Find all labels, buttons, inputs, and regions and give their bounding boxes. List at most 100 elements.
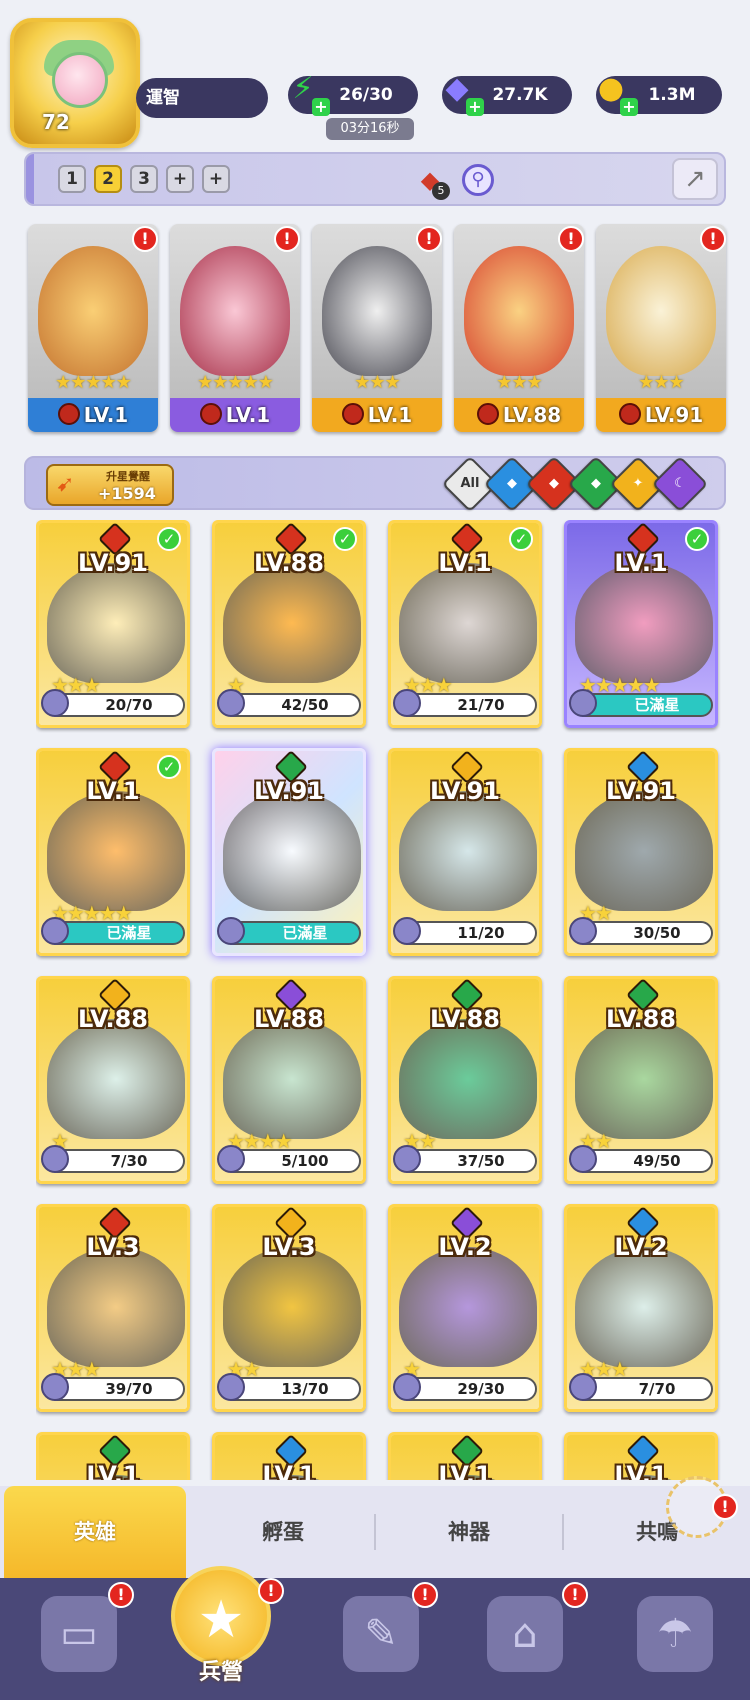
hero-card[interactable]: LV.2 ★★★ 7/70 <box>564 1204 718 1412</box>
search-icon[interactable]: ⚲ <box>462 164 494 196</box>
shard-icon <box>569 1145 597 1173</box>
hero-portrait <box>180 246 290 376</box>
cards-icon: ▭ <box>41 1596 117 1672</box>
shard-progress-text: 7/30 <box>110 1152 148 1170</box>
hero-card[interactable]: LV.1 ✓ ★★★★★ 已滿星 <box>36 748 190 956</box>
hero-card[interactable]: LV.88 ★★ 37/50 <box>388 976 542 1184</box>
team-card-1[interactable]: ★★★★★ LV.1 <box>28 224 158 432</box>
barracks-icon: ★ <box>171 1566 271 1666</box>
alert-icon: ! <box>416 226 442 252</box>
alert-icon: ! <box>132 226 158 252</box>
team-slot-3[interactable]: 3 <box>130 165 158 193</box>
map-icon: ✎ <box>343 1596 419 1672</box>
hero-card[interactable]: LV.1 <box>212 1432 366 1480</box>
hero-card[interactable]: LV.3 ★★ 13/70 <box>212 1204 366 1412</box>
hero-card[interactable]: LV.91 已滿星 <box>212 748 366 956</box>
shard-icon <box>393 1373 421 1401</box>
upgrade-awaken-button[interactable]: ➹ 升星覺醒 +1594 <box>46 464 174 506</box>
hero-portrait <box>47 1247 185 1367</box>
add-energy-button[interactable]: + <box>312 98 330 116</box>
alert-icon: ! <box>274 226 300 252</box>
hero-card[interactable]: LV.1 ✓ ★★★ 21/70 <box>388 520 542 728</box>
shard-progress-text: 已滿星 <box>106 924 152 942</box>
hero-level: LV.91 <box>254 777 324 805</box>
shard-progress-text: 21/70 <box>457 696 505 714</box>
team-level: LV.1 <box>367 403 413 427</box>
hero-card[interactable]: LV.91 11/20 <box>388 748 542 956</box>
tab-artifacts[interactable]: 神器 <box>376 1486 562 1578</box>
hero-card[interactable]: LV.91 ✓ ★★★ 20/70 <box>36 520 190 728</box>
hero-card[interactable]: LV.1 <box>388 1432 542 1480</box>
team-card-5[interactable]: ★★★ LV.91 <box>596 224 726 432</box>
shard-progress-text: 29/30 <box>457 1380 505 1398</box>
team-level: LV.91 <box>644 403 704 427</box>
hero-level: LV.2 <box>614 1233 668 1261</box>
upgrade-label: 升星覺醒 <box>106 470 150 483</box>
player-level: 72 <box>42 110 70 134</box>
team-slot-1[interactable]: 1 <box>58 165 86 193</box>
team-lineup: ★★★★★ LV.1 ★★★★★ LV.1 ★★★ LV.1 ★★★ LV.88… <box>28 224 728 432</box>
shard-progress-text: 已滿星 <box>634 696 680 714</box>
fire-count: 5 <box>432 182 450 200</box>
hero-portrait <box>322 246 432 376</box>
shard-progress-text: 30/50 <box>633 924 681 942</box>
hero-card[interactable]: LV.91 ★★ 30/50 <box>564 748 718 956</box>
hero-card[interactable]: LV.88 ★★★★ 5/100 <box>212 976 366 1184</box>
fire-element-icon <box>57 403 80 425</box>
nav-castle[interactable]: ⌂ <box>470 1588 580 1698</box>
team-card-4[interactable]: ★★★ LV.88 <box>454 224 584 432</box>
hero-level: LV.1 <box>438 549 492 577</box>
tab-heroes[interactable]: 英雄 <box>4 1486 186 1578</box>
hero-card[interactable]: LV.88 ★ 7/30 <box>36 976 190 1184</box>
player-name[interactable]: 運智 <box>136 78 268 118</box>
share-icon[interactable]: ↗ <box>672 158 718 200</box>
nav-barracks[interactable]: ★ 兵營 <box>166 1558 276 1685</box>
fire-element-icon <box>476 403 499 425</box>
alert-icon: ! <box>258 1578 284 1604</box>
hero-level: LV.1 <box>438 1461 492 1480</box>
team-slot-add-2[interactable]: + <box>202 165 230 193</box>
shard-progress-text: 37/50 <box>457 1152 505 1170</box>
hero-card[interactable]: LV.2 ★ 29/30 <box>388 1204 542 1412</box>
alert-icon: ! <box>712 1494 738 1520</box>
team-slot-add-1[interactable]: + <box>166 165 194 193</box>
hero-portrait <box>575 563 713 683</box>
hero-card[interactable]: LV.1 <box>36 1432 190 1480</box>
add-gems-button[interactable]: + <box>466 98 484 116</box>
hero-card[interactable]: LV.88 ★★ 49/50 <box>564 976 718 1184</box>
hero-card[interactable]: LV.3 ★★★ 39/70 <box>36 1204 190 1412</box>
check-icon: ✓ <box>509 527 533 551</box>
team-card-3[interactable]: ★★★ LV.1 <box>312 224 442 432</box>
hero-portrait <box>47 1019 185 1139</box>
hero-portrait <box>575 791 713 911</box>
check-icon: ✓ <box>157 755 181 779</box>
shard-icon <box>217 689 245 717</box>
hero-level: LV.88 <box>254 1005 324 1033</box>
hero-card[interactable]: LV.88 ✓ ★ 42/50 <box>212 520 366 728</box>
shard-progress-text: 13/70 <box>281 1380 329 1398</box>
team-select-bar: 1 2 3 + + ◆ 5 ⚲ ↗ <box>24 152 726 206</box>
team-slot-2[interactable]: 2 <box>94 165 122 193</box>
star-rating: ★★★ <box>638 372 684 393</box>
fire-element-icon <box>341 403 364 425</box>
shard-icon <box>41 689 69 717</box>
hero-card[interactable]: LV.1 ✓ ★★★★★ 已滿星 <box>564 520 718 728</box>
castle-icon: ⌂ <box>487 1596 563 1672</box>
nav-guild[interactable]: ☂ <box>620 1588 730 1698</box>
leaf-icon: ◆ <box>591 476 601 491</box>
upgrade-value: +1594 <box>98 484 156 503</box>
filter-dark-button[interactable]: ☾ <box>651 455 709 513</box>
hero-portrait <box>399 1247 537 1367</box>
hero-level: LV.3 <box>262 1233 316 1261</box>
coins-counter[interactable]: ● + 1.3M <box>596 71 722 116</box>
add-coins-button[interactable]: + <box>620 98 638 116</box>
gems-counter[interactable]: ◆ + 27.7K <box>442 71 572 116</box>
fire-element-icon[interactable]: ◆ 5 <box>412 162 450 200</box>
team-card-2[interactable]: ★★★★★ LV.1 <box>170 224 300 432</box>
player-avatar[interactable]: 72 <box>10 18 140 148</box>
energy-counter[interactable]: ⚡ + 26/30 <box>288 71 418 116</box>
shard-icon <box>217 917 245 945</box>
team-level-bar: LV.91 <box>596 398 726 432</box>
star-rating: ★★★ <box>496 372 542 393</box>
hero-card[interactable]: LV.1 <box>564 1432 718 1480</box>
